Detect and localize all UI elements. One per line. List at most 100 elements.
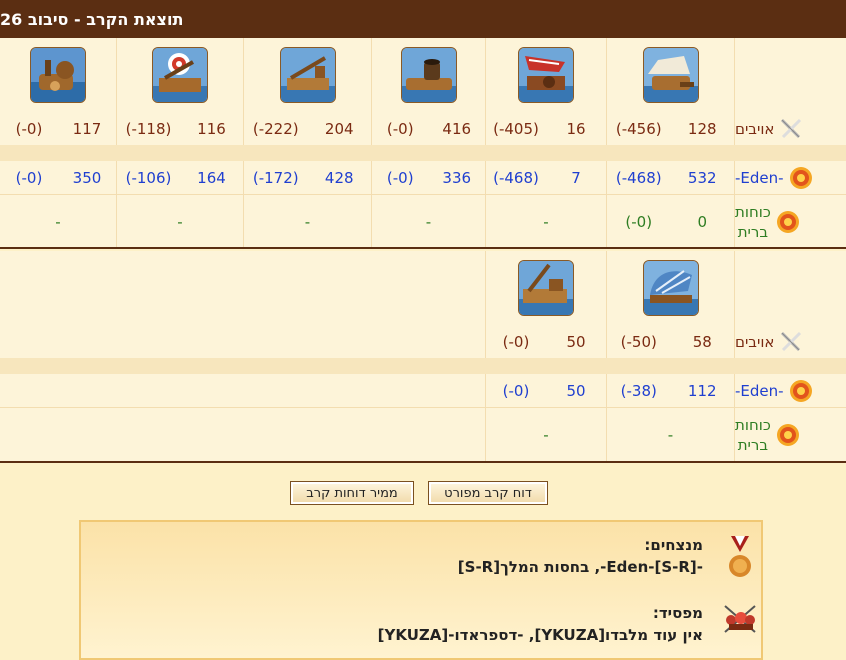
row-spacer <box>0 145 846 161</box>
row-label-text: כוחות <box>735 416 771 434</box>
count-value: 336 <box>442 168 472 187</box>
row-label-text: -Eden- <box>735 381 784 400</box>
row-label-text: כוחות <box>735 202 771 221</box>
losses-value: (-0) <box>386 168 414 187</box>
count-value: 164 <box>197 168 226 187</box>
count-value: 116 <box>197 119 226 138</box>
count-value: 112 <box>687 381 717 400</box>
row-label-own: -Eden- <box>735 161 846 194</box>
unit-icon-paddle-ship[interactable] <box>642 260 699 316</box>
count-value: 117 <box>72 119 102 138</box>
row-label-allies: כוחות ברית <box>735 195 846 248</box>
battle-report-converter-button[interactable]: ממיר דוחות קרב <box>290 481 414 505</box>
row-label-enemies: אויבים <box>735 325 846 358</box>
row-label-text: אויבים <box>735 119 775 138</box>
losses-value: (-38) <box>620 381 657 400</box>
title-bar: תוצאת הקרב - סיבוב 26 <box>0 0 846 38</box>
count-value: 7 <box>571 168 581 187</box>
losses-value: (-0) <box>502 381 530 400</box>
loser-label: מפסיד: <box>652 604 703 622</box>
losses-value: (-0) <box>15 119 43 138</box>
unit-icon-catapult-ship[interactable] <box>518 260 574 316</box>
row-label-text: ברית <box>737 436 769 454</box>
row-label-allies: כוחות ברית <box>735 408 846 462</box>
losses-value: (-405) <box>493 119 539 138</box>
empty-dash: - <box>55 212 61 231</box>
row-label-text: אויבים <box>735 332 775 351</box>
units-row-1 <box>0 38 846 112</box>
count-value: 50 <box>566 381 586 400</box>
count-value: 128 <box>687 119 717 138</box>
crossed-swords-icon <box>778 329 804 355</box>
empty-dash: - <box>177 212 183 231</box>
page-title: תוצאת הקרב - סיבוב 26 <box>0 9 184 29</box>
unit-cell-empty <box>735 38 846 112</box>
unit-icon-fire-ship[interactable] <box>518 47 574 103</box>
allies-row-1: - - - - - (-0) 0 כוחות ברית <box>0 194 846 248</box>
own-row-2: (-0) 50 (-38) 112 -Eden- <box>0 374 846 407</box>
losses-value: (-456) <box>615 119 662 138</box>
enemies-row-1: (-0) 117 (-118) 116 (-222) 204 (-0) 416 (-40… <box>0 112 846 145</box>
alliance-shield-icon <box>775 209 801 235</box>
medal-icon <box>727 536 753 580</box>
losses-value: (-118) <box>125 119 172 138</box>
losses-value: (-0) <box>15 168 43 187</box>
losses-value: (-0) <box>625 212 653 231</box>
count-value: 416 <box>442 119 472 138</box>
unit-cell <box>607 38 735 112</box>
losses-value: (-468) <box>493 168 539 187</box>
unit-icon-submarine[interactable] <box>30 47 86 103</box>
empty-dash: - <box>543 212 549 231</box>
count-value: 350 <box>72 168 102 187</box>
count-value: 50 <box>566 332 586 351</box>
detailed-battle-report-button[interactable]: דוח קרב מפורט <box>428 481 548 505</box>
count-value: 532 <box>687 168 717 187</box>
count-value: 204 <box>324 119 354 138</box>
losses-value: (-222) <box>252 119 299 138</box>
loser-value: אין עוד מלבדו[YKUZA], -דספראדו-[YKUZA] <box>377 626 703 644</box>
unit-cell <box>117 38 244 112</box>
empty-dash: - <box>667 426 674 444</box>
player-shield-icon <box>788 378 814 404</box>
defeated-soldiers-icon <box>721 602 759 636</box>
losses-value: (-468) <box>615 168 662 187</box>
unit-cell <box>372 38 486 112</box>
unit-cell <box>486 251 607 325</box>
count-value: 58 <box>692 332 712 351</box>
empty-dash: - <box>543 426 549 444</box>
section-divider <box>0 461 846 463</box>
row-label-own: -Eden- <box>735 374 846 407</box>
losses-value: (-172) <box>252 168 299 187</box>
count-value: 16 <box>566 119 586 138</box>
row-label-text: -Eden- <box>735 168 784 187</box>
losses-value: (-106) <box>125 168 172 187</box>
own-row-1: (-0) 350 (-106) 164 (-172) 428 (-0) 336 (-46… <box>0 161 846 194</box>
section-divider <box>0 247 846 249</box>
row-label-enemies: אויבים <box>735 112 846 145</box>
unit-icon-catapult-ship[interactable] <box>279 47 336 103</box>
allies-row-2: - - כוחות ברית <box>0 407 846 462</box>
winners-label: מנצחים: <box>644 536 703 554</box>
unit-icon-mortar-ship[interactable] <box>400 47 457 103</box>
units-row-2 <box>0 251 846 325</box>
row-spacer <box>0 358 846 374</box>
winners-value: -Eden-[S-R]-, בחסות המלך[S-R] <box>457 558 703 576</box>
losses-value: (-0) <box>386 119 414 138</box>
count-value: 428 <box>324 168 354 187</box>
unit-cell <box>0 38 117 112</box>
unit-cell <box>486 38 607 112</box>
unit-icon-steam-ram[interactable] <box>642 47 699 103</box>
empty-dash: - <box>425 212 432 231</box>
unit-icon-ballista[interactable] <box>152 47 208 103</box>
battle-result-box: מנצחים: -Eden-[S-R]-, בחסות המלך[S-R] מפ… <box>79 520 763 660</box>
player-shield-icon <box>788 165 814 191</box>
row-label-text: ברית <box>737 222 769 241</box>
unit-cell-empty <box>0 251 486 325</box>
count-value: 0 <box>697 212 708 231</box>
unit-cell <box>244 38 372 112</box>
alliance-shield-icon <box>775 422 801 448</box>
losses-value: (-0) <box>502 332 530 351</box>
losses-value: (-50) <box>620 332 657 351</box>
empty-dash: - <box>304 212 311 231</box>
unit-cell-empty <box>735 251 846 325</box>
